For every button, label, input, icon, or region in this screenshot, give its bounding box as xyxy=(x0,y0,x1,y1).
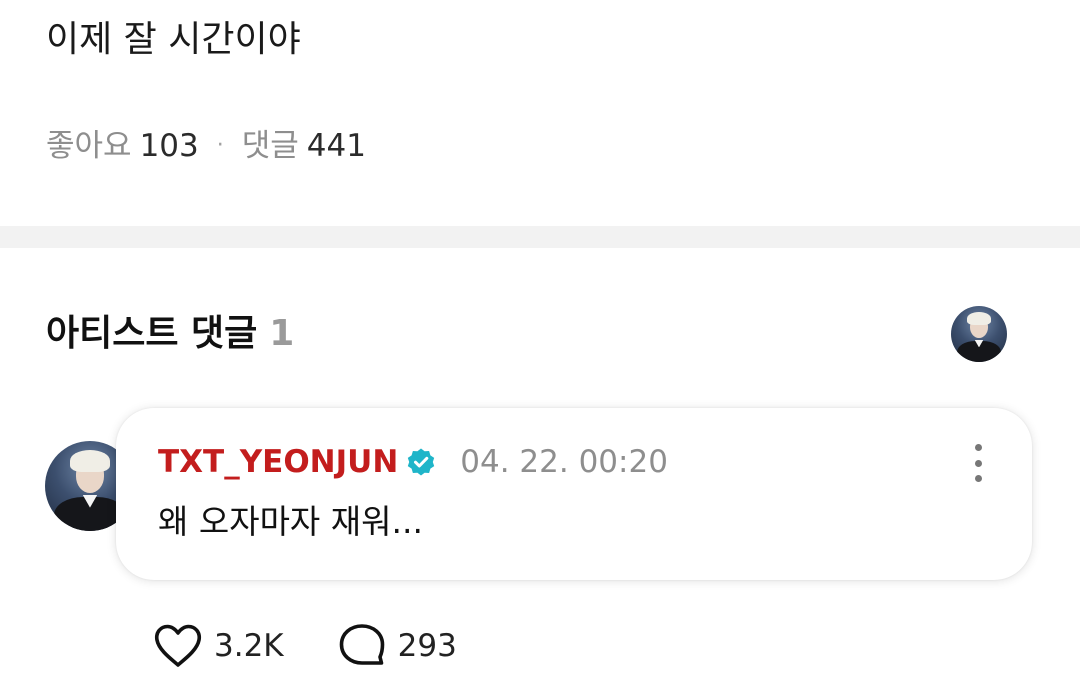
post-detail-page: 이제 잘 시간이야 좋아요 103 · 댓글 441 아티스트 댓글 1 TXT… xyxy=(0,0,1080,690)
comment-header: TXT_YEONJUN 04. 22. 00:20 xyxy=(158,444,668,480)
stats-separator: · xyxy=(216,133,224,158)
comments-label[interactable]: 댓글 xyxy=(242,126,299,166)
heart-icon xyxy=(154,624,202,667)
comment-bubble-icon xyxy=(339,624,384,665)
comment-text: 왜 오자마자 재워... xyxy=(158,502,423,541)
artist-comments-count: 1 xyxy=(269,313,295,354)
comments-count[interactable]: 441 xyxy=(307,126,366,166)
comment-actions: 3.2K 293 xyxy=(152,620,457,672)
reply-button[interactable]: 293 xyxy=(336,620,457,672)
likes-count[interactable]: 103 xyxy=(140,126,199,166)
comment-author[interactable]: TXT_YEONJUN xyxy=(158,444,398,480)
like-count: 3.2K xyxy=(214,628,284,664)
post-text: 이제 잘 시간이야 xyxy=(46,19,301,60)
reply-count: 293 xyxy=(397,628,457,664)
comment-bubble: TXT_YEONJUN 04. 22. 00:20 왜 오자마자 재워... xyxy=(116,408,1032,580)
comment-timestamp: 04. 22. 00:20 xyxy=(460,444,668,480)
like-button[interactable]: 3.2K xyxy=(152,620,284,672)
section-divider xyxy=(0,226,1080,248)
likes-label[interactable]: 좋아요 xyxy=(46,126,132,166)
more-vertical-icon[interactable] xyxy=(968,444,988,482)
artist-avatar[interactable] xyxy=(951,306,1007,362)
artist-comments-header: 아티스트 댓글 1 xyxy=(46,311,294,357)
artist-comments-title: 아티스트 댓글 xyxy=(46,313,258,354)
verified-badge-icon xyxy=(408,448,435,476)
post-stats: 좋아요 103 · 댓글 441 xyxy=(46,126,366,166)
